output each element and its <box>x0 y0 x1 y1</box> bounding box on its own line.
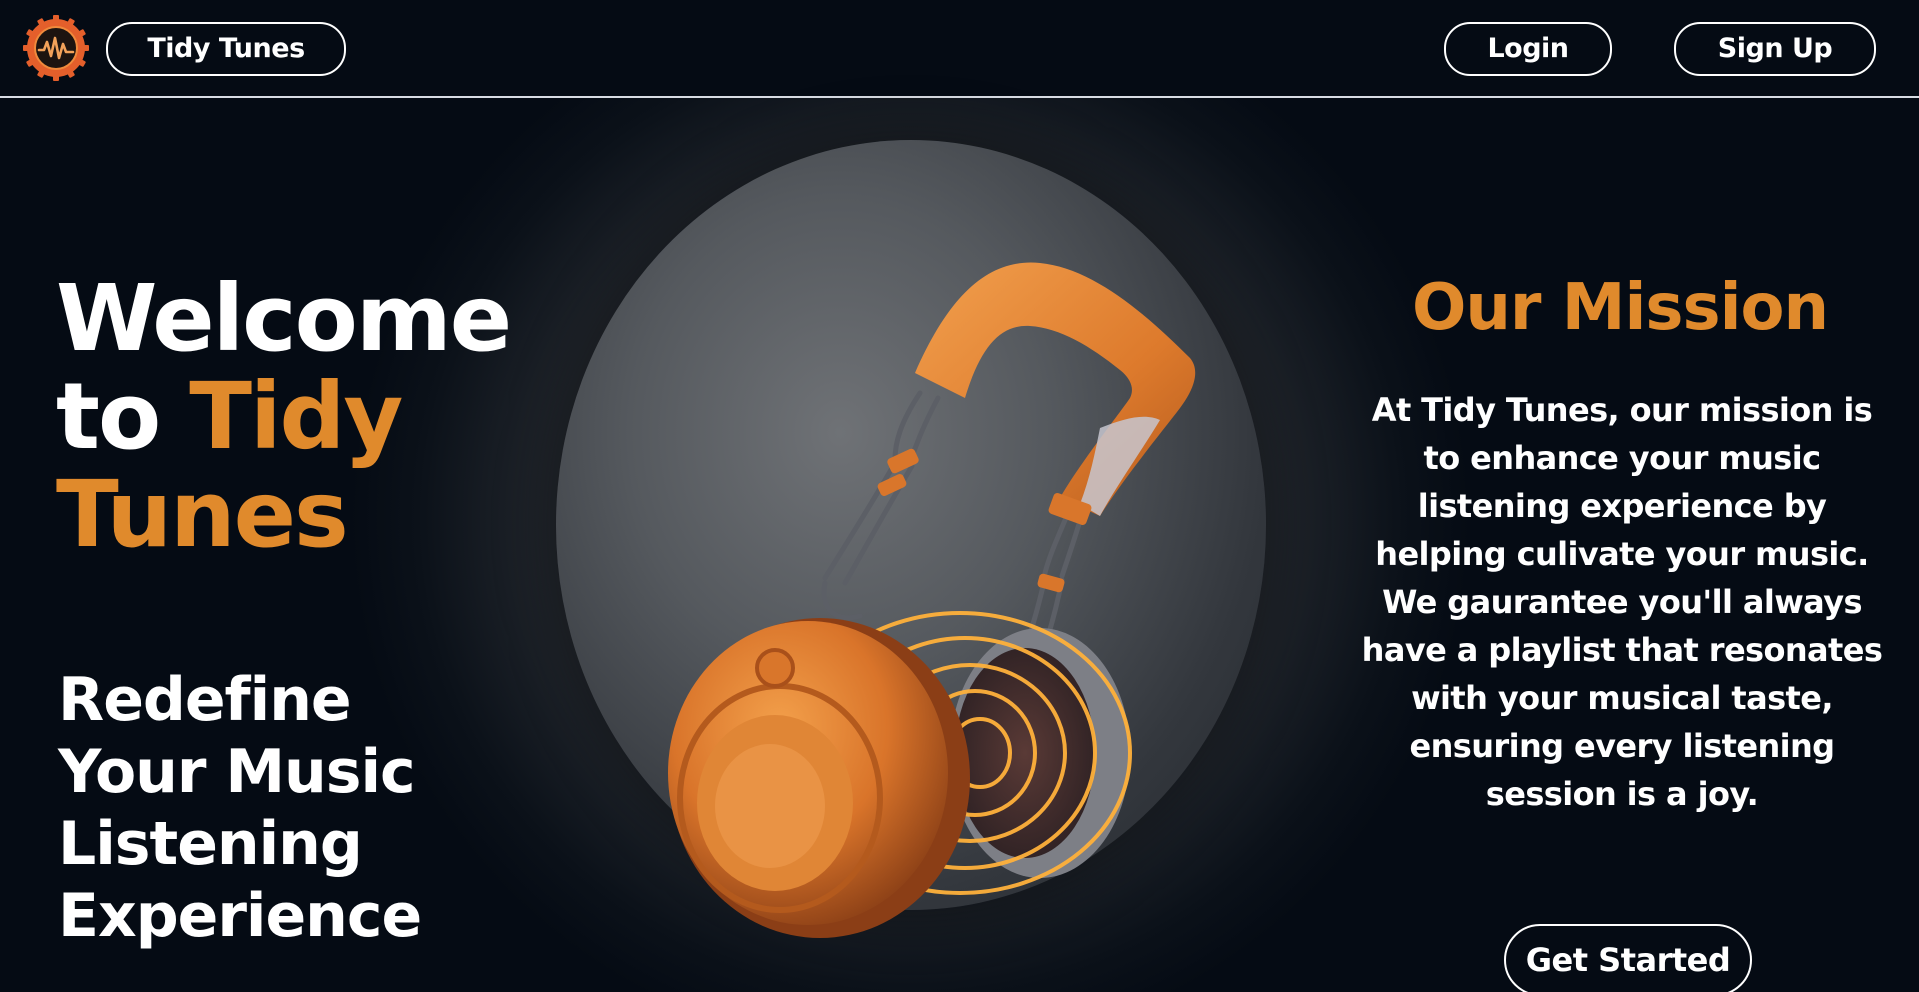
brand-home-button[interactable]: Tidy Tunes <box>106 22 346 76</box>
hero-section: Welcome to Tidy Tunes Redefine Your Musi… <box>0 98 1919 992</box>
welcome-line-2-prefix: to <box>56 363 190 470</box>
welcome-heading: Welcome to Tidy Tunes <box>56 270 616 564</box>
soundwave-badge-icon[interactable] <box>22 14 90 82</box>
login-button[interactable]: Login <box>1444 22 1612 76</box>
get-started-button[interactable]: Get Started <box>1504 924 1752 992</box>
headphones-icon <box>668 262 1196 938</box>
sign-up-button[interactable]: Sign Up <box>1674 22 1876 76</box>
welcome-line-1: Welcome <box>56 265 512 372</box>
mission-body: At Tidy Tunes, our mission is to enhance… <box>1361 391 1883 813</box>
landing-page: Tidy Tunes Login Sign Up Welcome to Tidy… <box>0 0 1919 992</box>
top-navigation-bar: Tidy Tunes Login Sign Up <box>0 0 1919 98</box>
hero-tagline: Redefine Your Music Listening Experience <box>58 665 422 951</box>
mission-title: Our Mission <box>1411 271 1829 345</box>
